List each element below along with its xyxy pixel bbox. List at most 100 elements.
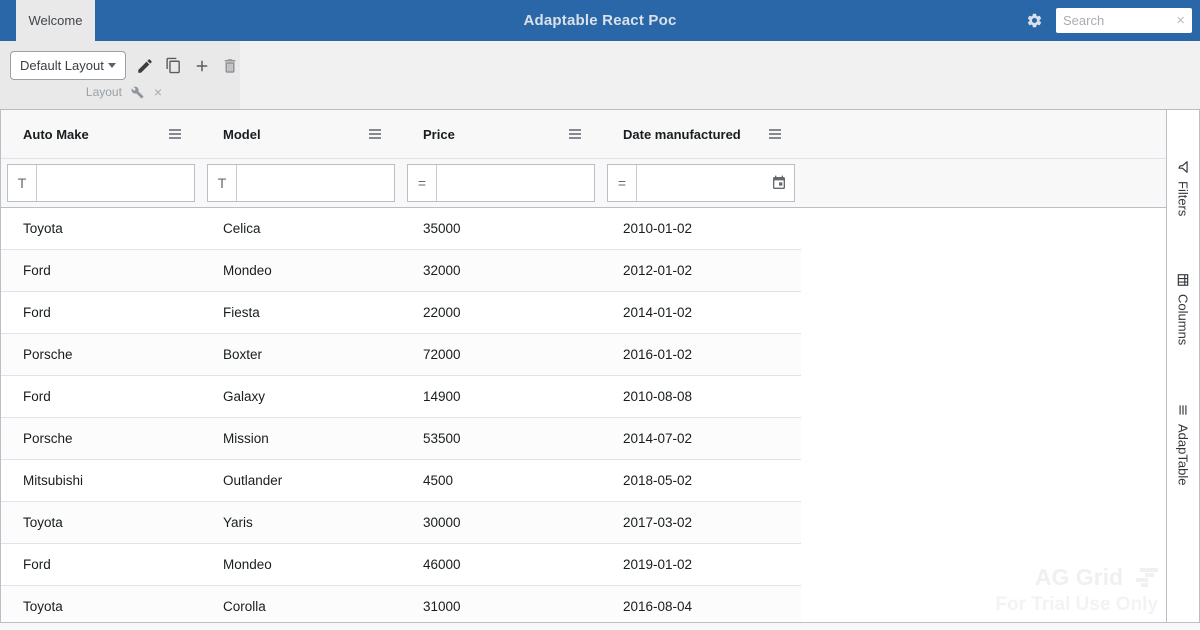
grid-filter-row: T T = = (1, 159, 1167, 208)
calendar-icon[interactable] (771, 165, 794, 201)
grid-cell: Galaxy (223, 389, 266, 404)
grid-cell: 2019-01-02 (623, 557, 693, 572)
horizontal-scrollbar[interactable] (0, 622, 1200, 630)
filter-input[interactable] (437, 165, 594, 201)
grid-cell: Porsche (23, 431, 73, 446)
grid-cell: 2010-08-08 (623, 389, 693, 404)
clone-icon[interactable] (164, 56, 183, 76)
column-menu-icon[interactable] (769, 129, 781, 139)
table-row[interactable]: Mitsubishi Outlander 4500 2018-05-02 (1, 460, 801, 502)
column-header[interactable]: Price (401, 110, 601, 158)
column-header[interactable]: Auto Make (1, 110, 201, 158)
grid-cell: 35000 (423, 221, 461, 236)
grid-cell: 2012-01-02 (623, 263, 693, 278)
search-input[interactable] (1063, 13, 1177, 28)
grid-cell: Ford (23, 263, 51, 278)
column-menu-icon[interactable] (369, 129, 381, 139)
table-row[interactable]: Toyota Corolla 31000 2016-08-04 (1, 586, 801, 622)
grid-cell: Toyota (23, 515, 63, 530)
grid-cell: 2010-01-02 (623, 221, 693, 236)
filter-input[interactable] (237, 165, 394, 201)
grid-cell: Mission (223, 431, 269, 446)
menu-bars-icon (1179, 405, 1187, 415)
grid-cell: Ford (23, 389, 51, 404)
side-tab-adaptable[interactable]: AdapTable (1176, 403, 1191, 485)
table-row[interactable]: Toyota Celica 35000 2010-01-02 (1, 208, 801, 250)
floating-filter[interactable]: = (607, 164, 795, 202)
column-header[interactable]: Date manufactured (601, 110, 801, 158)
side-tab-label: Columns (1175, 294, 1191, 346)
grid-cell: 32000 (423, 263, 461, 278)
table-row[interactable]: Porsche Mission 53500 2014-07-02 (1, 418, 801, 460)
layout-select-value: Default Layout (20, 58, 104, 73)
grid-cell: Toyota (23, 599, 63, 614)
grid-main-viewport: Auto Make Model Price Date manufactured … (1, 110, 1167, 622)
filter-type-icon: T (8, 165, 37, 201)
grid-cell: 2016-08-04 (623, 599, 693, 614)
data-grid: Auto Make Model Price Date manufactured … (0, 110, 1200, 622)
grid-cell: Toyota (23, 221, 63, 236)
grid-cell: Celica (223, 221, 261, 236)
search-box[interactable]: × (1056, 8, 1192, 33)
grid-cell: 30000 (423, 515, 461, 530)
grid-cell: Fiesta (223, 305, 260, 320)
grid-cell: 22000 (423, 305, 461, 320)
table-row[interactable]: Porsche Boxter 72000 2016-01-02 (1, 334, 801, 376)
grid-cell: 14900 (423, 389, 461, 404)
floating-filter[interactable]: T (207, 164, 395, 202)
column-header-label: Date manufactured (623, 126, 741, 142)
floating-filter[interactable]: = (407, 164, 595, 202)
panel-close-icon[interactable]: × (154, 84, 162, 100)
add-plus-icon[interactable] (192, 56, 211, 76)
floating-filter[interactable]: T (7, 164, 195, 202)
grid-cell: Porsche (23, 347, 73, 362)
grid-cell: Corolla (223, 599, 266, 614)
side-tab-label: Filters (1175, 181, 1191, 217)
wrench-icon[interactable] (131, 85, 145, 99)
layout-panel-footer: Layout × (10, 84, 238, 100)
grid-cell: 2016-01-02 (623, 347, 693, 362)
delete-trash-icon[interactable] (221, 56, 240, 76)
edit-pencil-icon[interactable] (135, 56, 154, 76)
filter-type-icon: = (608, 165, 637, 201)
layout-select[interactable]: Default Layout (10, 51, 127, 80)
settings-gear-icon[interactable] (1026, 12, 1043, 29)
table-row[interactable]: Ford Galaxy 14900 2010-08-08 (1, 376, 801, 418)
filter-type-icon: = (408, 165, 437, 201)
grid-cell: 2014-01-02 (623, 305, 693, 320)
grid-body: Toyota Celica 35000 2010-01-02 Ford Mond… (1, 208, 1166, 622)
grid-cell: 53500 (423, 431, 461, 446)
dashboard-strip: Default Layout Layout × (0, 41, 1200, 110)
table-row[interactable]: Ford Mondeo 32000 2012-01-02 (1, 250, 801, 292)
grid-cell: 2018-05-02 (623, 473, 693, 488)
tab-welcome-label: Welcome (28, 13, 83, 28)
grid-cell: Outlander (223, 473, 283, 488)
filter-input[interactable] (37, 165, 194, 201)
grid-cell: Ford (23, 557, 51, 572)
column-header-label: Model (223, 126, 261, 142)
grid-cell: 72000 (423, 347, 461, 362)
table-row[interactable]: Ford Mondeo 46000 2019-01-02 (1, 544, 801, 586)
table-row[interactable]: Toyota Yaris 30000 2017-03-02 (1, 502, 801, 544)
grid-cell: Boxter (223, 347, 263, 362)
filter-type-icon: T (208, 165, 237, 201)
column-menu-icon[interactable] (169, 129, 181, 139)
grid-cell: 4500 (423, 473, 454, 488)
side-tab-label: AdapTable (1175, 423, 1191, 486)
column-menu-icon[interactable] (569, 129, 581, 139)
grid-cell: 2014-07-02 (623, 431, 693, 446)
tab-welcome[interactable]: Welcome (16, 0, 95, 41)
table-row[interactable]: Ford Fiesta 22000 2014-01-02 (1, 292, 801, 334)
header-actions: × (1026, 0, 1192, 41)
column-header-label: Price (423, 126, 455, 142)
layout-panel-label: Layout (85, 85, 122, 99)
side-tab-columns[interactable]: Columns (1175, 273, 1191, 346)
column-header[interactable]: Model (201, 110, 401, 158)
search-clear-icon[interactable]: × (1176, 13, 1185, 28)
grid-cell: Ford (23, 305, 51, 320)
side-tab-filters[interactable]: Filters (1176, 160, 1191, 216)
page-title: Adaptable React Poc (523, 12, 677, 29)
filter-input[interactable] (637, 165, 771, 201)
grid-cell: 31000 (423, 599, 461, 614)
layout-toolbar-row: Default Layout (10, 51, 240, 80)
